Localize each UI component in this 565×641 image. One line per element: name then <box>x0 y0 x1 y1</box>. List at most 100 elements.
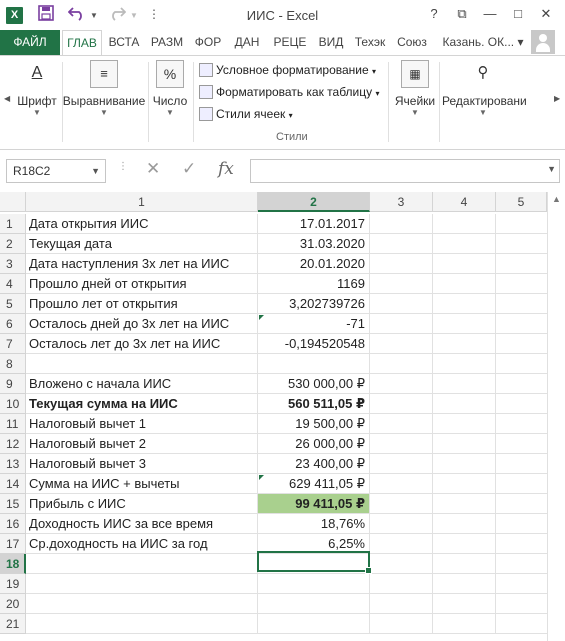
name-box[interactable]: R18C2 ▼ <box>6 159 106 183</box>
column-header[interactable]: 3 <box>370 192 433 212</box>
cell[interactable] <box>258 614 370 634</box>
cell[interactable] <box>370 594 433 614</box>
cell[interactable] <box>433 514 496 534</box>
cell-styles-button[interactable]: Стили ячеек ▾ <box>199 105 293 123</box>
select-all-button[interactable] <box>0 192 26 212</box>
cell[interactable]: -0,194520548 <box>258 334 370 354</box>
cell[interactable] <box>370 254 433 274</box>
minimize-button[interactable]: — <box>477 4 503 24</box>
maximize-button[interactable]: □ <box>505 4 531 24</box>
cell[interactable] <box>370 434 433 454</box>
cell[interactable] <box>433 254 496 274</box>
cell[interactable] <box>433 594 496 614</box>
cell[interactable]: -71 <box>258 314 370 334</box>
enter-icon[interactable]: ✓ <box>182 159 196 183</box>
cell[interactable]: Прошло дней от открытия <box>26 274 258 294</box>
cell[interactable] <box>433 614 496 634</box>
cell[interactable]: 99 411,05 ₽ <box>258 494 370 514</box>
column-header[interactable]: 1 <box>26 192 258 212</box>
cell[interactable]: Ср.доходность на ИИС за год <box>26 534 258 554</box>
cell[interactable] <box>433 274 496 294</box>
cell[interactable] <box>370 214 433 234</box>
cell[interactable]: Налоговый вычет 2 <box>26 434 258 454</box>
row-header[interactable]: 19 <box>0 574 26 594</box>
number-group[interactable]: % Число ▼ <box>150 60 190 117</box>
cell[interactable]: 20.01.2020 <box>258 254 370 274</box>
close-button[interactable]: ✕ <box>533 4 559 24</box>
cell[interactable]: Текущая дата <box>26 234 258 254</box>
row-header[interactable]: 14 <box>0 474 26 494</box>
tab-insert[interactable]: ВСТА <box>104 30 144 55</box>
cell[interactable] <box>433 314 496 334</box>
alignment-group[interactable]: ≡ Выравнивание ▼ <box>62 60 146 117</box>
tab-page-layout[interactable]: РАЗМ <box>146 30 188 55</box>
cell[interactable]: 26 000,00 ₽ <box>258 434 370 454</box>
formula-input[interactable]: ▼ <box>250 159 560 183</box>
tab-data[interactable]: ДАН <box>228 30 266 55</box>
cell[interactable] <box>433 574 496 594</box>
cell[interactable] <box>258 354 370 374</box>
expand-formula-icon[interactable]: ▼ <box>547 164 556 174</box>
cell[interactable]: 23 400,00 ₽ <box>258 454 370 474</box>
row-header[interactable]: 15 <box>0 494 26 514</box>
cell[interactable]: Налоговый вычет 3 <box>26 454 258 474</box>
cell[interactable] <box>26 614 258 634</box>
column-header[interactable]: 4 <box>433 192 496 212</box>
tab-file[interactable]: ФАЙЛ <box>0 30 60 55</box>
row-header[interactable]: 2 <box>0 234 26 254</box>
editing-group[interactable]: ⚲ Редактировани ▼ <box>442 60 527 117</box>
cell[interactable] <box>433 414 496 434</box>
ribbon-scroll-right-icon[interactable]: ▶ <box>554 94 560 103</box>
tab-tech[interactable]: Техэк <box>350 30 390 55</box>
row-header[interactable]: 11 <box>0 414 26 434</box>
cell[interactable]: Дата наступления 3х лет на ИИС <box>26 254 258 274</box>
cell[interactable] <box>370 494 433 514</box>
cell[interactable] <box>433 554 496 574</box>
active-cell-cursor[interactable] <box>257 551 372 574</box>
row-header[interactable]: 12 <box>0 434 26 454</box>
cell[interactable] <box>370 454 433 474</box>
row-header[interactable]: 10 <box>0 394 26 414</box>
cell[interactable]: Осталось лет до 3х лет на ИИС <box>26 334 258 354</box>
cell[interactable]: Доходность ИИС за все время <box>26 514 258 534</box>
vertical-scrollbar[interactable]: ▲ <box>547 192 565 641</box>
cell[interactable] <box>370 334 433 354</box>
scroll-up-icon[interactable]: ▲ <box>552 194 561 204</box>
row-header[interactable]: 9 <box>0 374 26 394</box>
cell[interactable] <box>370 314 433 334</box>
cell[interactable] <box>433 294 496 314</box>
row-header[interactable]: 20 <box>0 594 26 614</box>
insert-function-icon[interactable]: fx <box>218 159 234 183</box>
tab-soyuz[interactable]: Союз <box>392 30 432 55</box>
ribbon-scroll-left-icon[interactable]: ◀ <box>4 94 10 103</box>
row-header[interactable]: 21 <box>0 614 26 634</box>
cell[interactable] <box>370 534 433 554</box>
row-header[interactable]: 18 <box>0 554 26 574</box>
cell[interactable] <box>370 374 433 394</box>
cell[interactable] <box>433 354 496 374</box>
ribbon-display-options-icon[interactable]: ⧉ <box>449 4 475 24</box>
cell[interactable]: Текущая сумма на ИИС <box>26 394 258 414</box>
cell[interactable]: Прошло лет от открытия <box>26 294 258 314</box>
cell[interactable] <box>433 334 496 354</box>
cell[interactable]: Дата открытия ИИС <box>26 214 258 234</box>
column-header[interactable]: 2 <box>258 192 370 212</box>
cell[interactable] <box>258 574 370 594</box>
cell[interactable]: Прибыль с ИИС <box>26 494 258 514</box>
cell[interactable]: 629 411,05 ₽ <box>258 474 370 494</box>
cell[interactable] <box>26 354 258 374</box>
cell[interactable] <box>433 474 496 494</box>
cell[interactable]: 18,76% <box>258 514 370 534</box>
cell[interactable]: Вложено с начала ИИС <box>26 374 258 394</box>
row-header[interactable]: 6 <box>0 314 26 334</box>
cell[interactable] <box>370 294 433 314</box>
cell[interactable] <box>370 234 433 254</box>
row-header[interactable]: 4 <box>0 274 26 294</box>
cell[interactable] <box>433 374 496 394</box>
help-button[interactable]: ? <box>421 4 447 24</box>
cell[interactable] <box>433 214 496 234</box>
cell[interactable]: 19 500,00 ₽ <box>258 414 370 434</box>
cell[interactable] <box>433 234 496 254</box>
cell[interactable] <box>26 594 258 614</box>
cell[interactable] <box>433 454 496 474</box>
